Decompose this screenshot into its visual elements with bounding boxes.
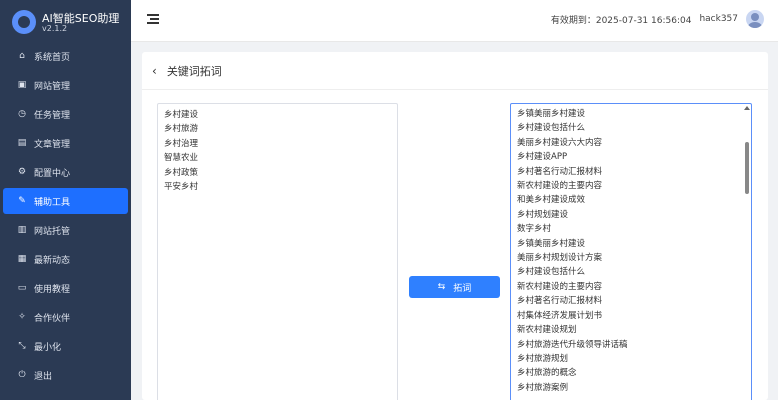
- sidebar-item-label: 任务管理: [34, 110, 71, 121]
- keyword-input-textarea[interactable]: 乡村建设乡村旅游乡村治理智慧农业乡村政策平安乡村: [157, 103, 398, 400]
- result-scrollbar[interactable]: [744, 106, 750, 400]
- result-line: 美丽乡村建设六大内容: [517, 137, 603, 148]
- sidebar-item-label: 配置中心: [34, 168, 71, 179]
- document-icon: ▤: [17, 138, 27, 148]
- sidebar-item[interactable]: ▥ 网站托管: [3, 217, 128, 243]
- sidebar-item[interactable]: ⌂ 系统首页: [3, 43, 128, 69]
- result-line: 新农村建设的主要内容: [517, 281, 603, 292]
- user-area: 有效期到：2025-07-31 16:56:04 hack357: [551, 10, 764, 28]
- sidebar-item[interactable]: ▦ 最新动态: [3, 246, 128, 272]
- result-line: 乡村旅游的概念: [517, 368, 577, 379]
- clock-icon: ◷: [18, 109, 26, 119]
- sidebar-item[interactable]: ⏻ 退出: [3, 362, 128, 388]
- result-line: 美丽乡村规划设计方案: [517, 253, 603, 264]
- sidebar-item[interactable]: ✧ 合作伙伴: [3, 304, 128, 330]
- result-line: 乡村建设包括什么: [517, 123, 586, 134]
- sidebar-item-label: 最小化: [34, 342, 62, 353]
- monitor-icon: ▭: [17, 283, 27, 293]
- keyword-line: 乡村治理: [164, 138, 199, 149]
- brand-version: v2.1.2: [42, 24, 68, 33]
- sidebar-item-label: 网站管理: [34, 81, 71, 92]
- sidebar-item-label: 退出: [34, 371, 53, 382]
- result-line: 数字乡村: [517, 224, 552, 235]
- result-line: 新农村建设规划: [517, 325, 577, 336]
- expand-button-label: 拓词: [453, 283, 472, 294]
- sidebar-nav: ⌂ 系统首页 ▣ 网站管理 ◷ 任务管理 ▤ 文章管理 ⚙ 配置中心 ✎ 辅助工具 ▥ 网站托管 ▦ 最新动态…: [0, 43, 131, 391]
- news-icon: ▦: [17, 254, 27, 264]
- sidebar-item-label: 网站托管: [34, 226, 71, 237]
- sidebar-item-label: 辅助工具: [34, 197, 71, 208]
- swap-icon: ⇆: [437, 282, 446, 292]
- expiry-text: 有效期到：2025-07-31 16:56:04: [550, 15, 692, 26]
- sidebar-item-label: 文章管理: [34, 139, 71, 150]
- result-line: 新农村建设的主要内容: [517, 181, 603, 192]
- main-card: ‹ 关键词拓词 乡村建设乡村旅游乡村治理智慧农业乡村政策平安乡村 ⇆ 拓词 乡镇…: [142, 52, 768, 400]
- menu-toggle-icon[interactable]: [147, 14, 159, 24]
- card-header: ‹ 关键词拓词: [142, 52, 768, 90]
- sidebar-item[interactable]: ▤ 文章管理: [3, 130, 128, 156]
- wrench-icon: ✎: [18, 196, 26, 206]
- sidebar-item-label: 最新动态: [34, 255, 71, 266]
- result-line: 和美乡村建设成效: [517, 195, 586, 206]
- keyword-line: 平安乡村: [164, 182, 199, 193]
- result-line: 乡村著名行动汇报材料: [517, 296, 603, 307]
- keyword-line: 乡村建设: [164, 110, 199, 120]
- result-line: 乡镇美丽乡村建设: [517, 238, 586, 249]
- scroll-thumb[interactable]: [745, 142, 749, 194]
- result-line: 乡村建设包括什么: [517, 267, 586, 278]
- page-title: 关键词拓词: [166, 64, 222, 78]
- sidebar-item-label: 合作伙伴: [34, 313, 71, 324]
- topbar: 有效期到：2025-07-31 16:56:04 hack357: [131, 0, 778, 42]
- username[interactable]: hack357: [699, 14, 738, 24]
- result-line: 乡村规划建设: [517, 209, 569, 220]
- sidebar-item[interactable]: ⤡ 最小化: [3, 333, 128, 359]
- hosting-icon: ▥: [17, 225, 27, 235]
- result-line: 乡村旅游案例: [517, 382, 569, 393]
- keyword-line: 乡村旅游: [164, 124, 199, 135]
- sidebar: AI智能SEO助理 v2.1.2 ⌂ 系统首页 ▣ 网站管理 ◷ 任务管理 ▤ 文章管理 ⚙ 配置…: [0, 0, 131, 400]
- sidebar-item[interactable]: ▣ 网站管理: [3, 72, 128, 98]
- logo-icon: [12, 10, 36, 34]
- result-line: 乡村旅游规划: [517, 353, 569, 364]
- home-icon: ⌂: [19, 51, 25, 61]
- keyword-line: 智慧农业: [164, 153, 199, 164]
- scroll-up-arrow-icon[interactable]: [744, 106, 750, 110]
- expand-keywords-button[interactable]: ⇆ 拓词: [409, 276, 500, 298]
- brand: AI智能SEO助理 v2.1.2: [12, 8, 127, 38]
- result-line: 乡镇美丽乡村建设: [517, 109, 586, 119]
- result-line: 乡村著名行动汇报材料: [517, 166, 603, 177]
- sidebar-item-label: 系统首页: [34, 52, 71, 63]
- result-line: 乡村旅游迭代升级领导讲话稿: [517, 339, 628, 350]
- partner-icon: ✧: [18, 312, 26, 322]
- logout-icon: ⏻: [18, 370, 26, 380]
- sidebar-item[interactable]: ◷ 任务管理: [3, 101, 128, 127]
- sidebar-item[interactable]: ✎ 辅助工具: [3, 188, 128, 214]
- sidebar-item-label: 使用教程: [34, 284, 71, 295]
- keyword-line: 乡村政策: [164, 167, 199, 178]
- sidebar-item[interactable]: ⚙ 配置中心: [3, 159, 128, 185]
- minimize-icon: ⤡: [18, 341, 26, 351]
- gear-icon: ⚙: [17, 167, 27, 177]
- avatar[interactable]: [746, 10, 764, 28]
- site-icon: ▣: [17, 80, 27, 90]
- result-line: 乡村建设APP: [517, 152, 568, 163]
- result-textarea[interactable]: 乡镇美丽乡村建设 乡村建设包括什么 美丽乡村建设六大内容 乡村建设APP 乡村著名行动汇…: [510, 103, 752, 400]
- result-line: 村集体经济发展计划书: [517, 310, 603, 321]
- sidebar-item[interactable]: ▭ 使用教程: [3, 275, 128, 301]
- back-arrow-icon[interactable]: ‹: [152, 64, 157, 78]
